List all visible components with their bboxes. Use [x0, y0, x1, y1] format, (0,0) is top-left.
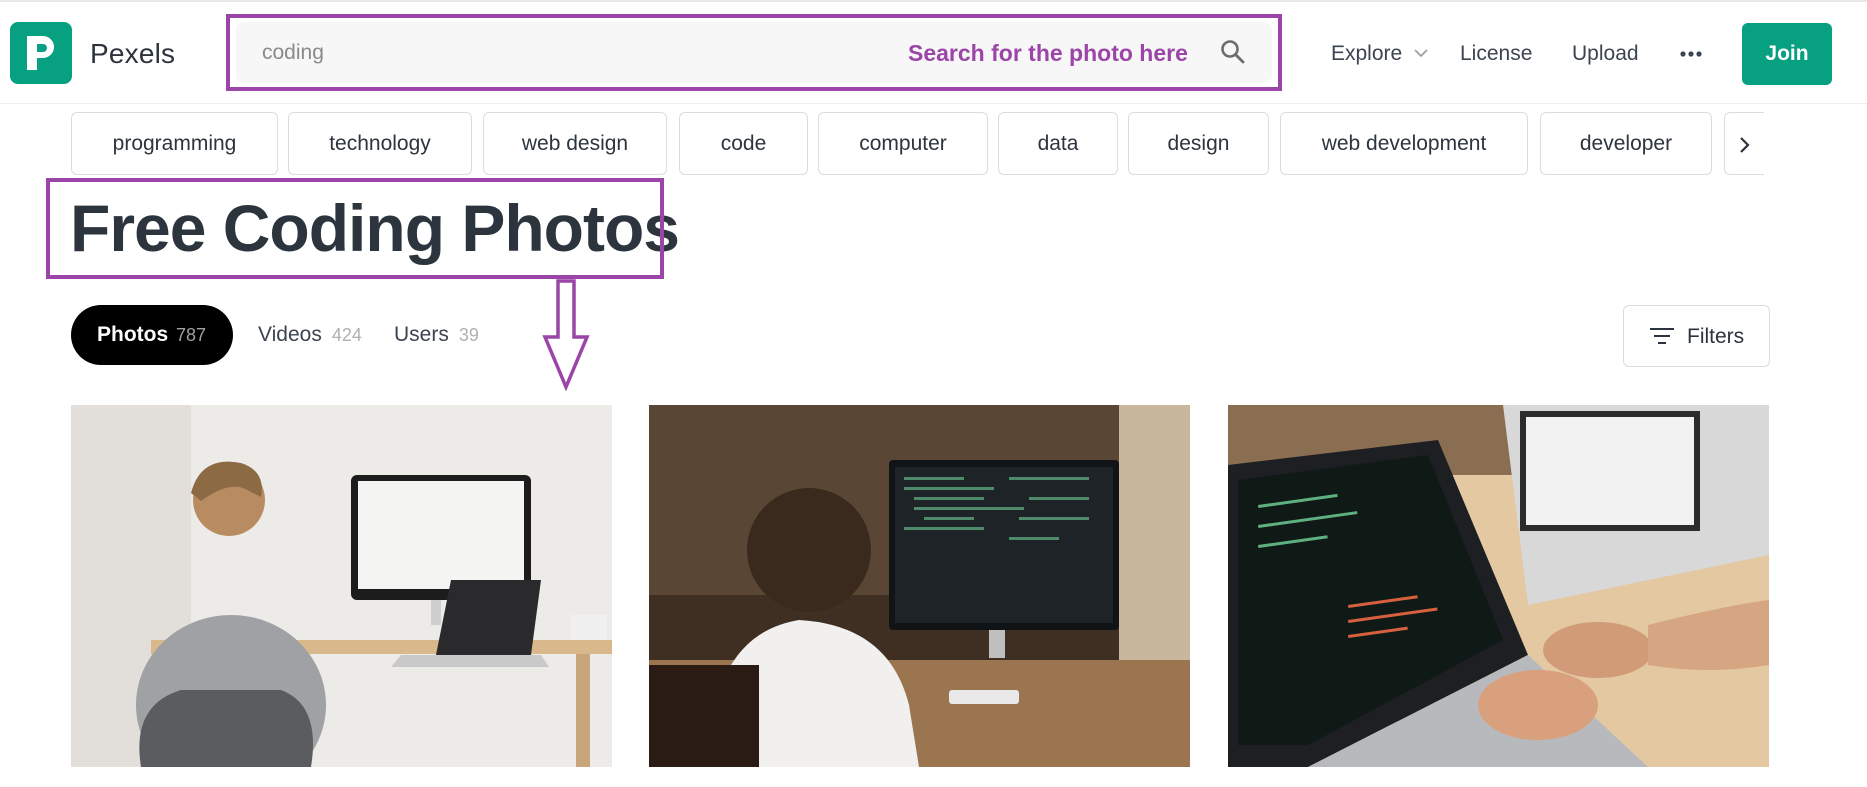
tag-web-design[interactable]: web design [483, 112, 667, 175]
photo-image[interactable] [71, 405, 612, 767]
annotation-arrow-icon [542, 279, 590, 391]
tab-photos-count: 787 [176, 325, 207, 345]
tag-web-development[interactable]: web development [1280, 112, 1528, 175]
filters-label: Filters [1687, 325, 1745, 348]
pexels-logo-icon[interactable] [10, 22, 72, 84]
photo-image[interactable] [1228, 405, 1769, 767]
brand-name[interactable]: Pexels [90, 38, 175, 70]
tab-users-label: Users [394, 323, 449, 346]
tags-next-button[interactable] [1724, 112, 1764, 175]
chevron-down-icon[interactable] [1414, 49, 1428, 58]
tag-developer[interactable]: developer [1540, 112, 1712, 175]
tag-code[interactable]: code [679, 112, 808, 175]
filters-button[interactable]: Filters [1623, 305, 1770, 367]
photo-card[interactable] [71, 405, 612, 767]
tag-programming[interactable]: programming [71, 112, 278, 175]
title-annotation-box [46, 178, 664, 279]
nav-upload[interactable]: Upload [1572, 42, 1639, 66]
chevron-right-icon [1740, 137, 1750, 153]
related-tags: programming technology web design code c… [71, 112, 1771, 175]
tag-data[interactable]: data [998, 112, 1118, 175]
tab-videos-label: Videos [258, 323, 322, 346]
tab-videos-count: 424 [331, 325, 362, 345]
join-button[interactable]: Join [1742, 23, 1832, 85]
filter-icon [1650, 328, 1674, 344]
nav-license[interactable]: License [1460, 42, 1532, 66]
search-annotation-box [226, 14, 1282, 91]
tab-users-count: 39 [458, 325, 479, 345]
tab-photos-label: Photos [97, 323, 169, 346]
photo-card[interactable] [649, 405, 1190, 767]
site-header: Pexels coding Search for the photo here … [0, 2, 1867, 104]
tab-videos[interactable]: Videos 424 [258, 323, 362, 347]
tag-design[interactable]: design [1128, 112, 1269, 175]
nav-explore[interactable]: Explore [1331, 42, 1402, 66]
more-horizontal-icon[interactable] [1680, 50, 1702, 58]
photo-image[interactable] [649, 405, 1190, 767]
photo-card[interactable] [1228, 405, 1769, 767]
tag-computer[interactable]: computer [818, 112, 988, 175]
tag-technology[interactable]: technology [288, 112, 472, 175]
tab-users[interactable]: Users 39 [394, 323, 479, 347]
tab-photos[interactable]: Photos 787 [71, 305, 233, 365]
